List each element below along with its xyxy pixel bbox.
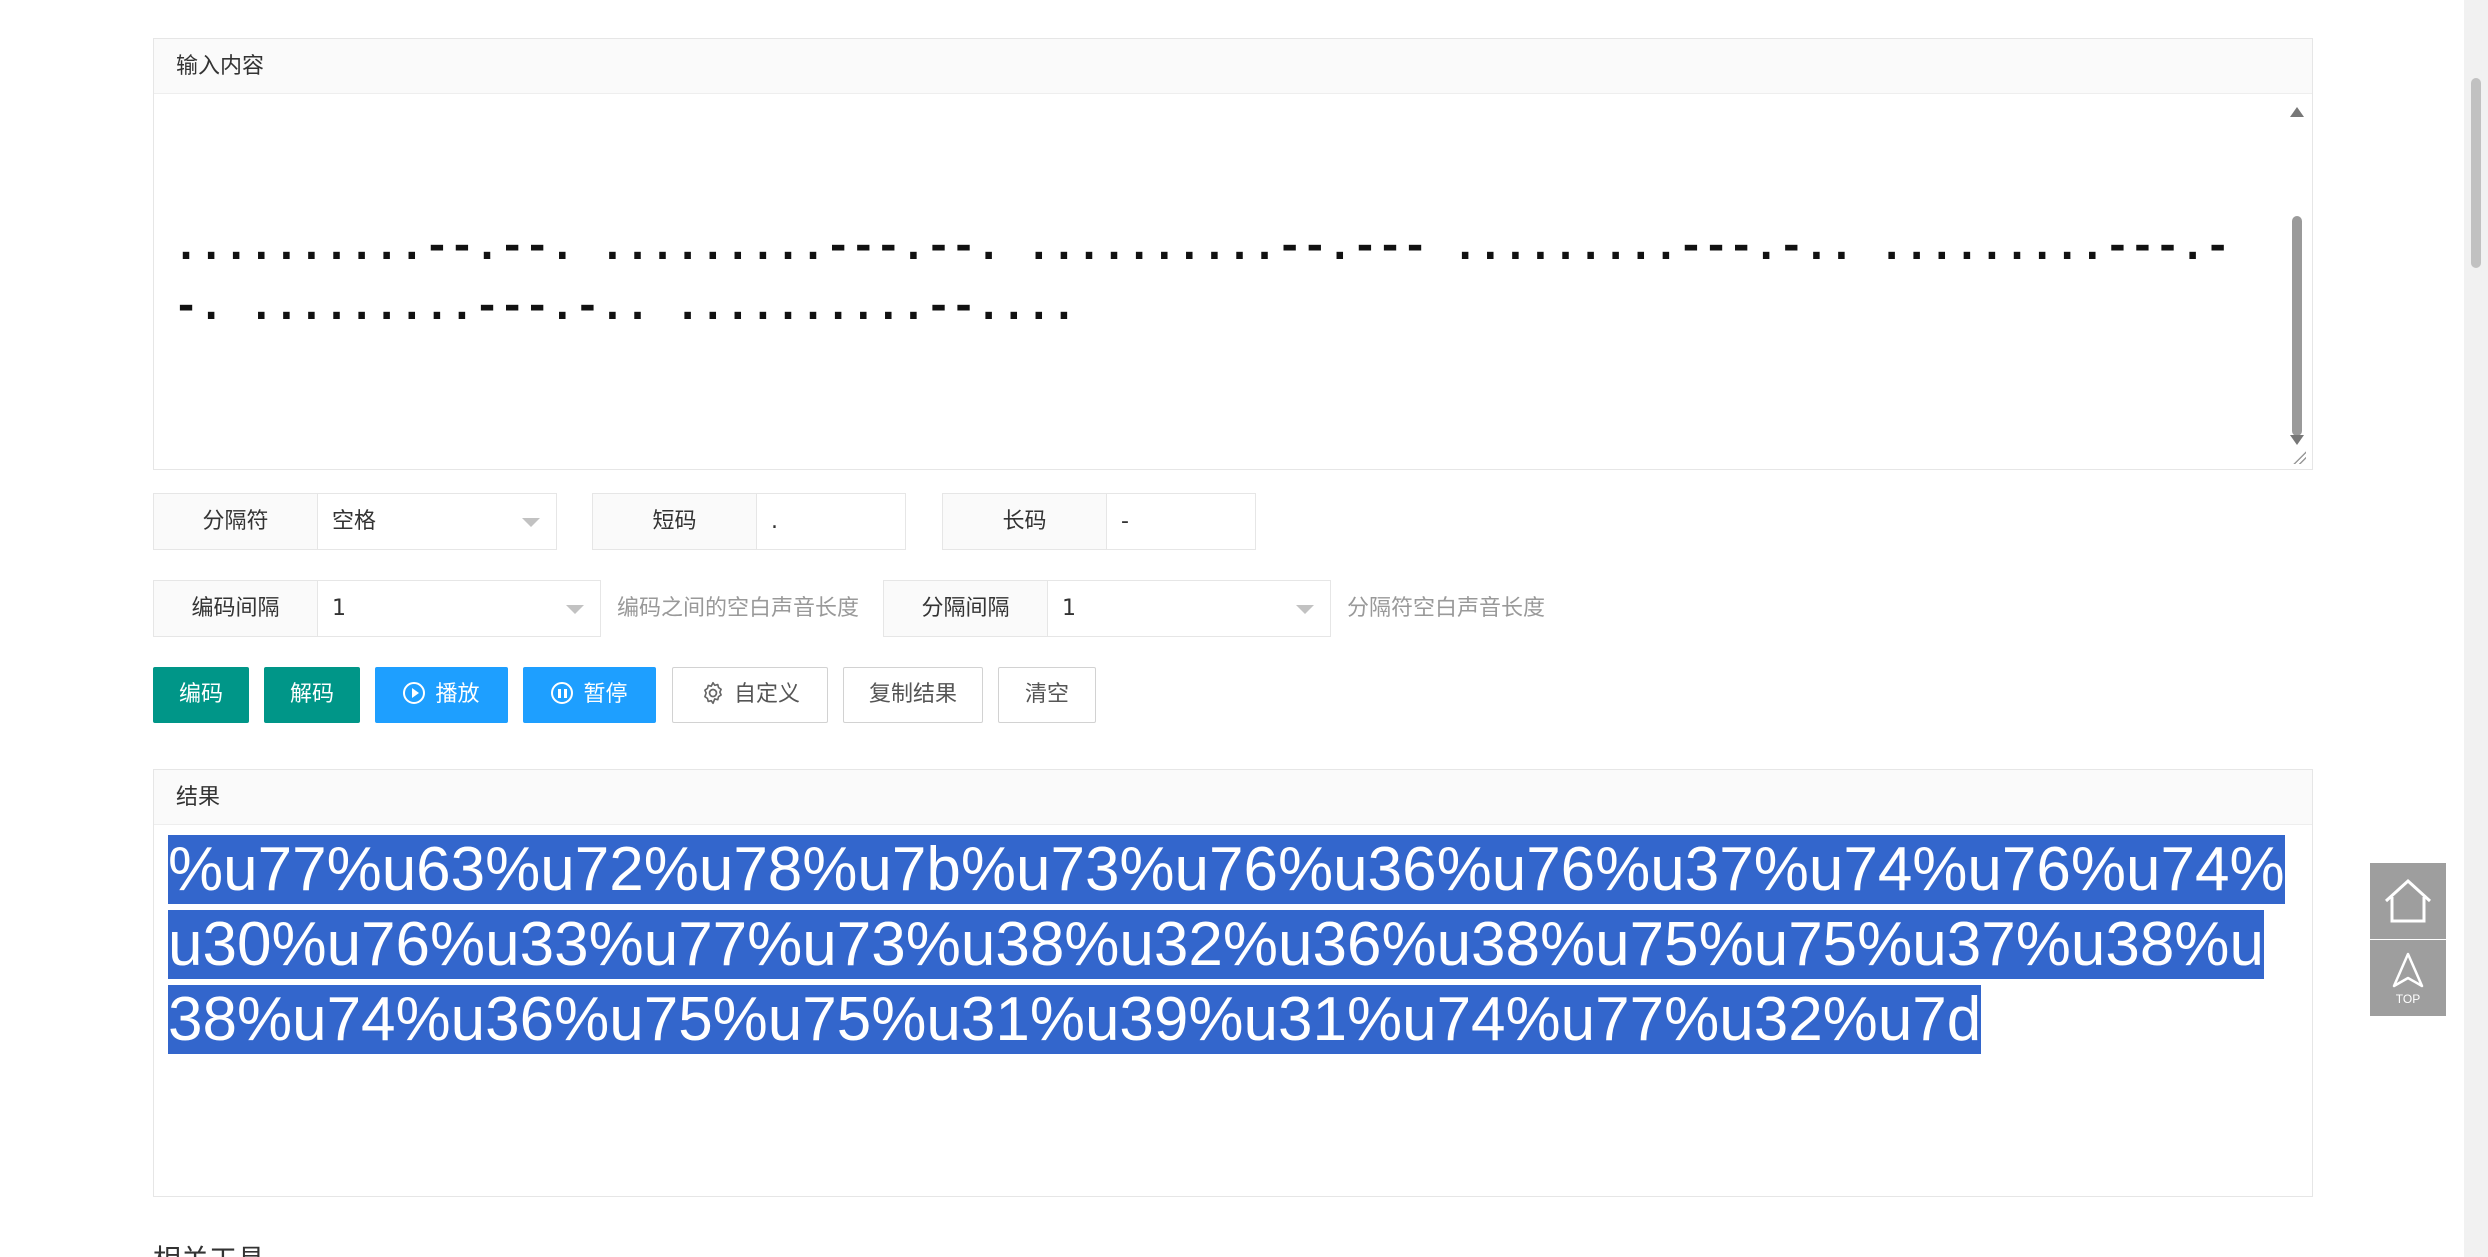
code-gap-select-value: 1 — [332, 596, 346, 621]
scroll-down-arrow-icon[interactable] — [2290, 435, 2304, 445]
chevron-down-icon — [566, 605, 584, 614]
separator-gap-select[interactable]: 1 — [1047, 580, 1331, 637]
custom-button[interactable]: 自定义 — [672, 667, 828, 723]
code-gap-hint: 编码之间的空白声音长度 — [617, 596, 860, 621]
separator-gap-label: 分隔间隔 — [883, 580, 1048, 637]
input-panel-title: 输入内容 — [154, 39, 2312, 94]
scroll-up-arrow-icon[interactable] — [2290, 107, 2304, 117]
top-label: TOP — [2395, 992, 2421, 1006]
play-button[interactable]: 播放 — [375, 667, 508, 723]
morse-input-textarea[interactable]: ..........--.--. .........---.--. ......… — [174, 94, 2272, 459]
home-button[interactable] — [2370, 863, 2446, 939]
chevron-down-icon — [1296, 605, 1314, 614]
short-code-input[interactable]: . — [756, 493, 906, 550]
morse-line: ..........--.--. .........---.--. ......… — [174, 223, 2231, 329]
play-button-label: 播放 — [435, 682, 480, 707]
morse-line: .........---.--. ..........--..-- ......… — [174, 456, 2272, 459]
separator-select[interactable]: 空格 — [317, 493, 557, 550]
chevron-down-icon — [522, 518, 540, 527]
result-panel-title: 结果 — [154, 770, 2312, 825]
separator-select-value: 空格 — [332, 509, 377, 534]
code-gap-select[interactable]: 1 — [317, 580, 601, 637]
home-icon — [2384, 878, 2432, 923]
play-icon — [403, 682, 426, 704]
clear-button[interactable]: 清空 — [998, 667, 1096, 723]
result-output[interactable]: %u77%u63%u72%u78%u7b%u73%u76%u36%u76%u37… — [168, 832, 2298, 1057]
encode-button[interactable]: 编码 — [153, 667, 249, 723]
pause-button[interactable]: 暂停 — [523, 667, 656, 723]
textarea-scrollbar[interactable] — [2288, 101, 2308, 445]
gear-icon — [704, 681, 722, 705]
resize-grip-icon[interactable] — [2292, 450, 2306, 464]
related-tools-heading: 相关工具 — [153, 1240, 265, 1257]
separator-label: 分隔符 — [153, 493, 318, 550]
separator-gap-select-value: 1 — [1062, 596, 1076, 621]
long-code-input[interactable]: - — [1106, 493, 1256, 550]
input-panel: 输入内容 ..........--.--. .........---.--. .… — [153, 38, 2313, 470]
custom-button-label: 自定义 — [733, 682, 800, 707]
short-code-label: 短码 — [592, 493, 757, 550]
page-scrollbar[interactable] — [2464, 0, 2488, 1257]
decode-button[interactable]: 解码 — [264, 667, 360, 723]
copy-result-button[interactable]: 复制结果 — [843, 667, 983, 723]
result-panel: 结果 %u77%u63%u72%u78%u7b%u73%u76%u36%u76%… — [153, 769, 2313, 1197]
separator-gap-hint: 分隔符空白声音长度 — [1347, 596, 1546, 621]
scroll-thumb[interactable] — [2292, 216, 2302, 436]
result-text-selected: %u77%u63%u72%u78%u7b%u73%u76%u36%u76%u37… — [168, 835, 2285, 1054]
long-code-label: 长码 — [942, 493, 1107, 550]
code-gap-label: 编码间隔 — [153, 580, 318, 637]
page-scroll-thumb[interactable] — [2471, 78, 2481, 268]
pause-icon — [551, 682, 574, 704]
back-to-top-button[interactable]: TOP — [2370, 940, 2446, 1016]
pause-button-label: 暂停 — [583, 682, 628, 707]
